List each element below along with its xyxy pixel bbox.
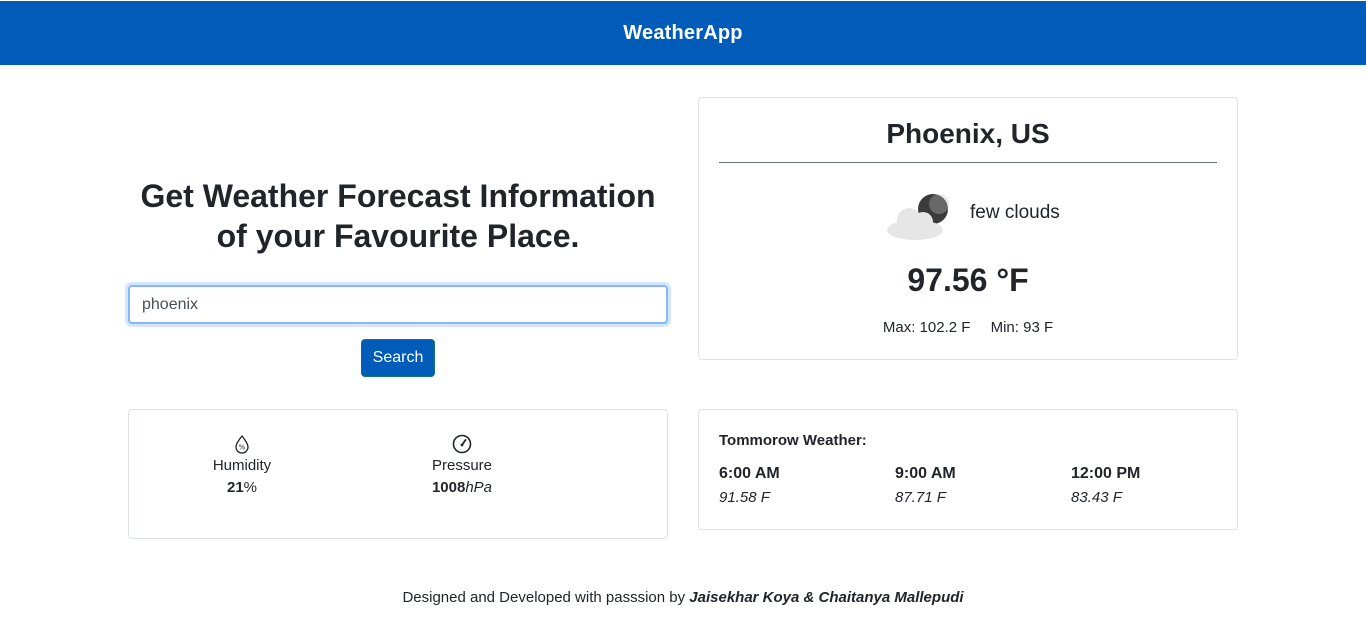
current-weather-card: Phoenix, US few clouds 97.56 °F Max: 102… [698, 97, 1238, 360]
forecast-slot: 6:00 AM 91.58 F [719, 464, 869, 512]
humidity-label: Humidity [212, 457, 272, 474]
weather-description: few clouds [970, 202, 1060, 223]
min-max-temperature: Max: 102.2 F Min: 93 F [699, 319, 1237, 336]
forecast-time: 6:00 AM [719, 465, 780, 482]
forecast-temp: 91.58 F [719, 489, 770, 506]
forecast-time: 12:00 PM [1071, 465, 1141, 482]
forecast-slot: 9:00 AM 87.71 F [895, 464, 1045, 512]
city-search-input[interactable] [128, 285, 668, 324]
forecast-slot: 12:00 PM 83.43 F [1071, 464, 1221, 512]
city-name: Phoenix, US [886, 118, 1050, 149]
forecast-temp: 87.71 F [895, 489, 946, 506]
few-clouds-night-icon [887, 194, 949, 240]
pressure-label: Pressure [431, 457, 493, 474]
navbar: WeatherApp [0, 1, 1366, 65]
footer-text: Designed and Developed with passsion by [402, 589, 690, 606]
max-temperature: Max: 102.2 F [882, 319, 971, 336]
divider [719, 162, 1217, 163]
pressure-value: 1008hPa [431, 479, 493, 496]
search-button[interactable]: Search [361, 339, 435, 377]
forecast-temp: 83.43 F [1071, 489, 1122, 506]
humidity-stat: % Humidity 21% [182, 434, 302, 500]
tomorrow-title: Tommorow Weather: [719, 432, 867, 449]
page-footer: Designed and Developed with passsion by … [0, 589, 1366, 606]
humidity-drop-icon: % [235, 435, 249, 454]
forecast-time: 9:00 AM [895, 465, 956, 482]
weather-stats-card: % Humidity 21% Pressure 1008hPa [128, 409, 668, 539]
gauge-icon [452, 434, 472, 454]
tomorrow-weather-card: Tommorow Weather: 6:00 AM 91.58 F 9:00 A… [698, 409, 1238, 530]
pressure-stat: Pressure 1008hPa [402, 434, 522, 500]
app-brand[interactable]: WeatherApp [623, 22, 742, 45]
min-temperature: Min: 93 F [990, 319, 1054, 336]
page-headline: Get Weather Forecast Information of your… [140, 178, 656, 254]
humidity-value: 21% [226, 479, 258, 496]
svg-text:%: % [239, 444, 246, 452]
current-temperature: 97.56 °F [907, 262, 1029, 298]
footer-authors: Jaisekhar Koya & Chaitanya Mallepudi [689, 589, 964, 606]
